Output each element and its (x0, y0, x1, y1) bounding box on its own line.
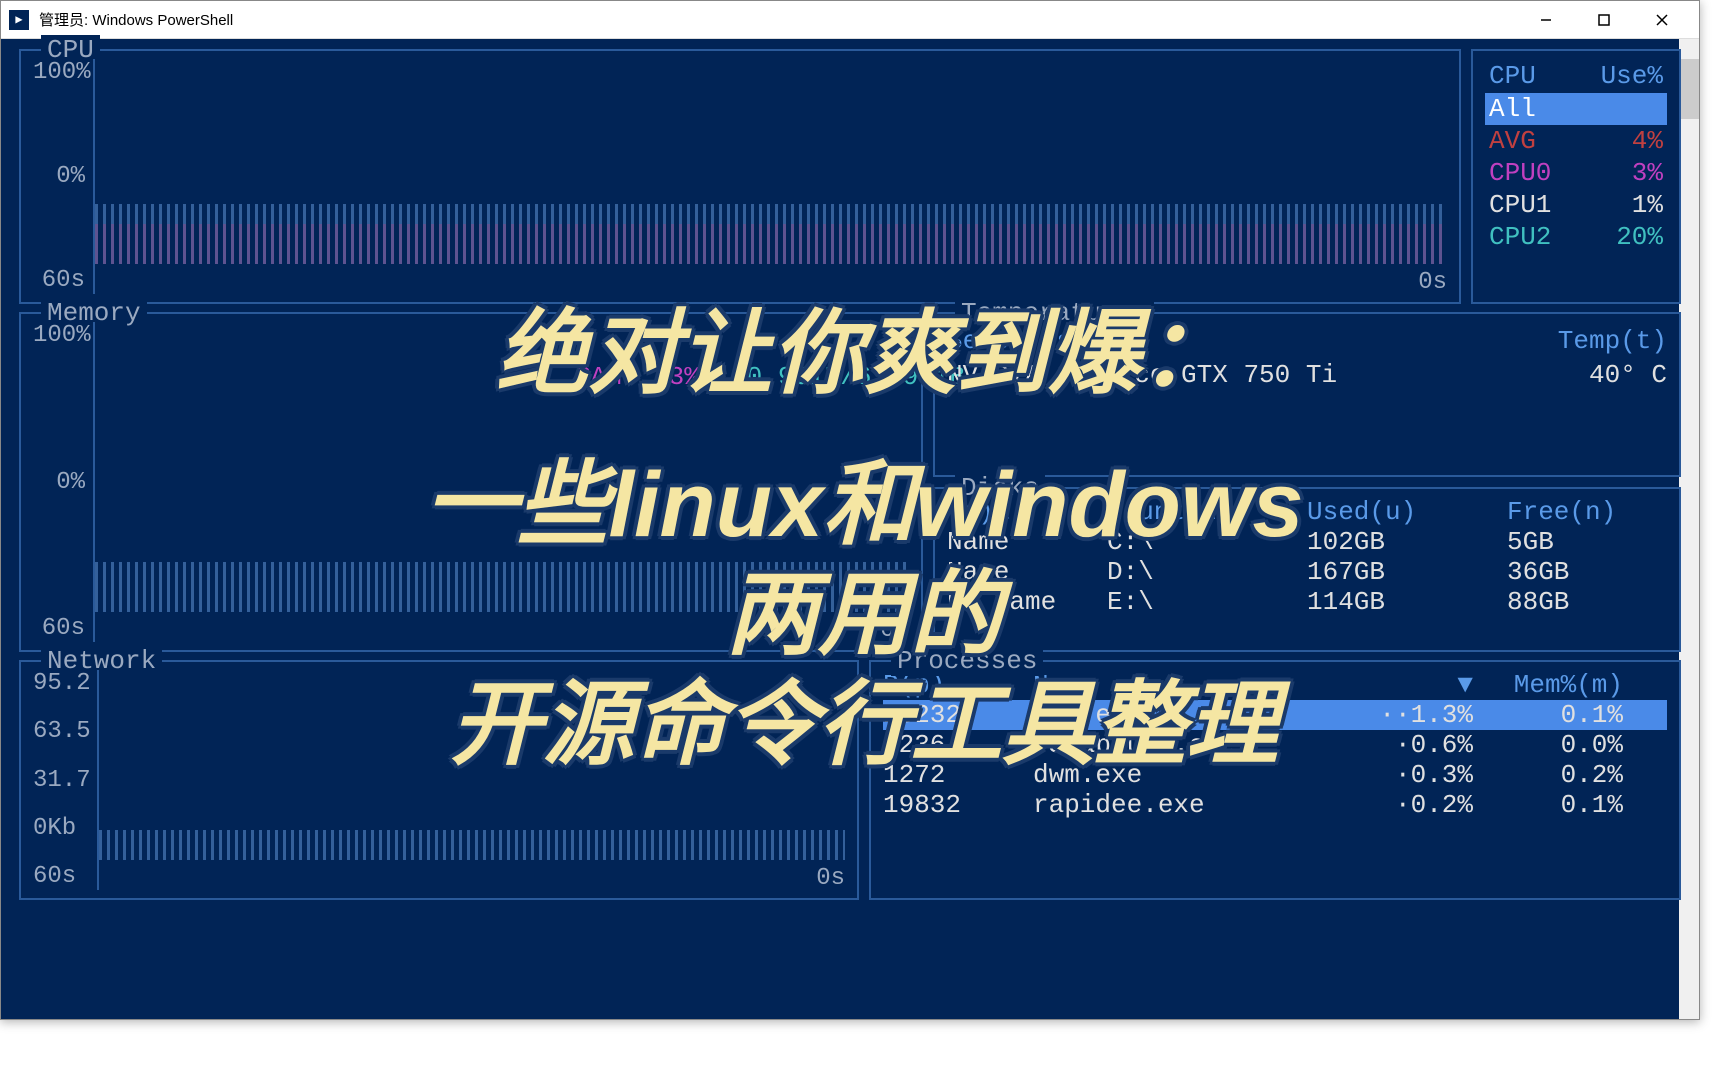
terminal-body[interactable]: CPU 100% 0% 60s 0s CPUUse% (1, 39, 1699, 1019)
temp-row[interactable]: NVIDIA GeForce GTX 750 Ti40° C (947, 360, 1667, 390)
proc-row-0[interactable]: 13232btm.exe··1.3%0.1% (883, 700, 1667, 730)
temp-title: Temperatures (955, 298, 1154, 328)
disk-row-e[interactable]: No NameE:\114GB88GB (947, 587, 1667, 617)
minimize-button[interactable] (1517, 1, 1575, 39)
cpu-y-axis: 100% 0% 60s (33, 59, 93, 294)
scrollbar-thumb[interactable] (1679, 59, 1699, 119)
temperatures-panel: Temperatures Sensor(s)▲Temp(t) NVIDIA Ge… (933, 312, 1681, 477)
network-y-axis: 95.2 63.5 31.7 0Kb 60s (33, 670, 97, 890)
memory-stats: RAM 33% 20.9GiB/63.9GiB (575, 362, 965, 392)
cpu-table-panel: CPUUse% All AVG4% CPU03% CPU11% CPU220% (1471, 49, 1681, 304)
network-graph: 0s (97, 670, 845, 890)
proc-row-2[interactable]: 1272dwm.exe·0.3%0.2% (883, 760, 1667, 790)
cpu-graph: 0s (93, 59, 1447, 294)
window-title: 管理员: Windows PowerShell (39, 9, 1517, 30)
memory-panel: Memory 100% 0% 60s RAM 33% 20.9GiB/63.9G… (19, 312, 923, 652)
disks-panel: Disks (d)▲Mount(m)Used(u)Free(n) NameC:\… (933, 487, 1681, 652)
cpu-row-0[interactable]: CPU03% (1485, 157, 1667, 189)
maximize-button[interactable] (1575, 1, 1633, 39)
cpu-table-header: CPUUse% (1485, 59, 1667, 93)
network-panel: Network 95.2 63.5 31.7 0Kb 60s 0s (19, 660, 859, 900)
cpu-row-2[interactable]: CPU220% (1485, 221, 1667, 253)
powershell-icon: ▶ (9, 10, 29, 30)
memory-y-axis: 100% 0% 60s (33, 322, 93, 642)
cpu-panel: CPU 100% 0% 60s 0s (19, 49, 1461, 304)
proc-row-1[interactable]: 3236FSCapture.exe·0.6%0.0% (883, 730, 1667, 760)
cpu-row-1[interactable]: CPU11% (1485, 189, 1667, 221)
proc-row-3[interactable]: 19832rapidee.exe·0.2%0.1% (883, 790, 1667, 820)
close-button[interactable] (1633, 1, 1691, 39)
disk-row-d[interactable]: NameD:\167GB36GB (947, 557, 1667, 587)
cpu-row-avg[interactable]: AVG4% (1485, 125, 1667, 157)
proc-title: Processes (891, 646, 1043, 676)
processes-panel: Processes P(p)Na▼Mem%(m) 13232btm.exe··1… (869, 660, 1681, 900)
disk-row-c[interactable]: NameC:\102GB5GB (947, 527, 1667, 557)
window-controls (1517, 1, 1691, 39)
powershell-window: ▶ 管理员: Windows PowerShell CPU 100% 0% 60… (0, 0, 1700, 1020)
memory-graph: RAM 33% 20.9GiB/63.9GiB 0s (93, 322, 909, 642)
cpu-row-all[interactable]: All (1485, 93, 1667, 125)
disk-header: (d)▲Mount(m)Used(u)Free(n) (947, 497, 1667, 527)
disks-title: Disks (955, 473, 1045, 503)
titlebar[interactable]: ▶ 管理员: Windows PowerShell (1, 1, 1699, 39)
scrollbar[interactable] (1679, 39, 1699, 1019)
